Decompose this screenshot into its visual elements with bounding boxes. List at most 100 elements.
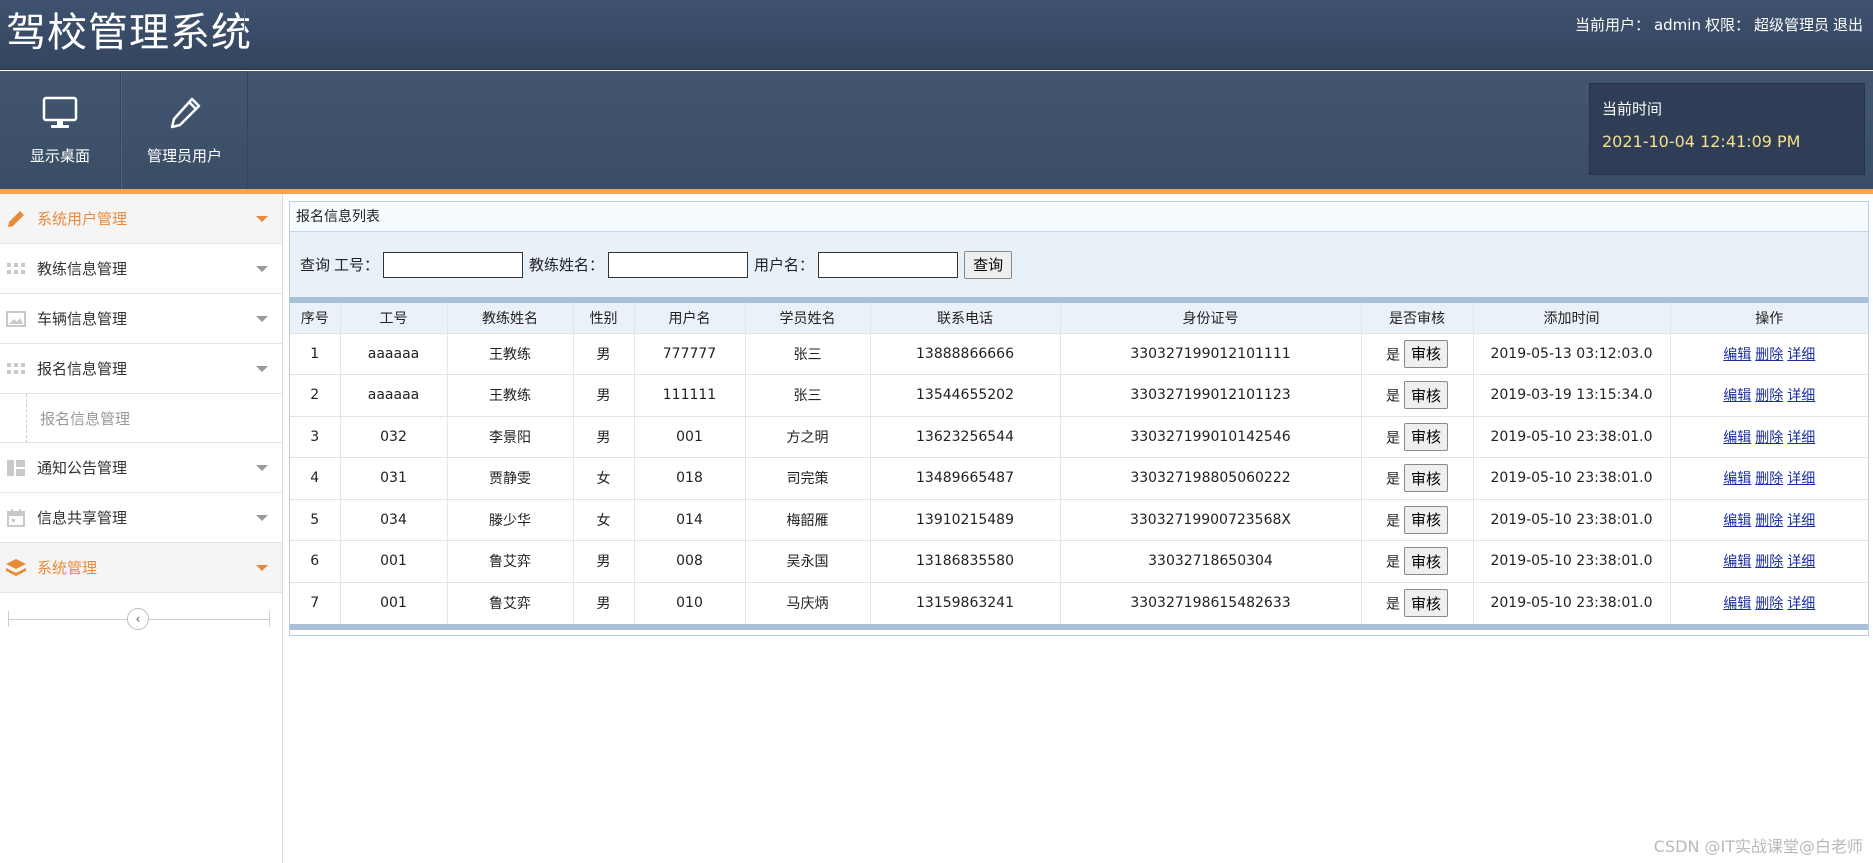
audit-cell: 是审核 xyxy=(1361,333,1474,375)
table-cell: 王教练 xyxy=(447,374,574,416)
table-row: 6 001 鲁艾弈男 008 吴永国 13186835580 33032718650304 是… xyxy=(290,540,1868,583)
caret-down-icon xyxy=(256,465,268,471)
sidebar-item-system-users[interactable]: 系统用户管理 xyxy=(0,194,282,244)
search-button[interactable]: 查询 xyxy=(964,250,1013,279)
col-header: 是否审核 xyxy=(1361,303,1474,333)
delete-link[interactable]: 删除 xyxy=(1755,347,1783,363)
audit-button[interactable]: 审核 xyxy=(1403,589,1448,617)
sidebar-item-notices[interactable]: 通知公告管理 xyxy=(0,443,282,493)
audit-status: 是 xyxy=(1385,596,1400,613)
delete-link[interactable]: 删除 xyxy=(1755,513,1783,529)
detail-link[interactable]: 详细 xyxy=(1787,471,1815,487)
registration-list-panel: 报名信息列表 查询 工号： 教练姓名： 用户名： 查询 序号 工号 教练姓名 性… xyxy=(289,201,1869,636)
table-cell: 034 xyxy=(340,499,448,541)
table-cell: 010 xyxy=(634,582,746,624)
logout-link[interactable]: 退出 xyxy=(1833,14,1863,35)
table-cell: 33032719900723568X xyxy=(1060,499,1362,541)
edit-link[interactable]: 编辑 xyxy=(1723,554,1751,570)
caret-down-icon xyxy=(256,565,268,571)
actions-cell: 编辑 删除 详细 xyxy=(1670,375,1868,417)
admin-user-button[interactable]: 管理员用户 xyxy=(121,71,248,189)
monitor-icon xyxy=(40,93,80,133)
delete-link[interactable]: 删除 xyxy=(1755,430,1783,446)
collapse-track-left xyxy=(8,611,9,627)
detail-link[interactable]: 详细 xyxy=(1787,388,1815,404)
audit-button[interactable]: 审核 xyxy=(1403,381,1448,410)
coach-name-input[interactable] xyxy=(608,251,749,278)
detail-link[interactable]: 详细 xyxy=(1787,430,1815,446)
edit-link[interactable]: 编辑 xyxy=(1723,596,1751,612)
detail-link[interactable]: 详细 xyxy=(1787,513,1815,529)
detail-link[interactable]: 详细 xyxy=(1787,596,1815,612)
table-cell: 13159863241 xyxy=(870,582,1061,624)
detail-link[interactable]: 详细 xyxy=(1787,347,1815,363)
col-header: 身份证号 xyxy=(1060,303,1362,333)
detail-link[interactable]: 详细 xyxy=(1787,554,1815,570)
delete-link[interactable]: 删除 xyxy=(1755,596,1783,612)
table-cell: 777777 xyxy=(634,333,746,375)
actions-cell: 编辑 删除 详细 xyxy=(1670,582,1868,624)
table-cell: 滕少华 xyxy=(447,499,574,541)
audit-cell: 是审核 xyxy=(1361,457,1474,499)
edit-link[interactable]: 编辑 xyxy=(1723,347,1751,363)
table-bottom-border xyxy=(290,623,1868,630)
sidebar-item-info-sharing[interactable]: 信息共享管理 xyxy=(0,493,282,543)
sidebar-item-label: 通知公告管理 xyxy=(37,459,128,477)
registration-table: 序号 工号 教练姓名 性别 用户名 学员姓名 联系电话 身份证号 是否审核 添加… xyxy=(290,303,1868,624)
table-cell: 018 xyxy=(634,457,746,499)
table-row: 1 aaaaaa 王教练男 777777 张三 13888866666 3303271990… xyxy=(290,333,1868,375)
sidebar-item-coaches[interactable]: 教练信息管理 xyxy=(0,244,282,294)
sidebar-item-system[interactable]: 系统管理 xyxy=(0,543,282,593)
layout-icon xyxy=(6,458,26,478)
table-cell: 司完策 xyxy=(745,457,871,499)
table-cell: 7 xyxy=(290,582,341,624)
pencil-icon xyxy=(6,209,26,229)
table-cell: 鲁艾弈 xyxy=(447,582,574,624)
delete-link[interactable]: 删除 xyxy=(1755,388,1783,404)
edit-link[interactable]: 编辑 xyxy=(1723,388,1751,404)
col-header: 工号 xyxy=(340,303,448,333)
delete-link[interactable]: 删除 xyxy=(1755,554,1783,570)
edit-link[interactable]: 编辑 xyxy=(1723,513,1751,529)
table-cell: 男 xyxy=(573,540,635,582)
grid-icon xyxy=(6,359,26,379)
audit-button[interactable]: 审核 xyxy=(1403,547,1448,576)
app-title: 驾校管理系统 xyxy=(6,10,252,56)
table-cell: 4 xyxy=(290,457,341,499)
picture-icon xyxy=(6,309,26,329)
collapse-sidebar-icon[interactable]: ‹ xyxy=(127,608,149,630)
job-no-input[interactable] xyxy=(383,251,524,278)
actions-cell: 编辑 删除 详细 xyxy=(1670,541,1868,583)
table-cell: 330327199012101123 xyxy=(1060,374,1362,416)
audit-button[interactable]: 审核 xyxy=(1403,339,1448,368)
sidebar-subitem-registrations[interactable]: 报名信息管理 xyxy=(0,394,282,443)
table-row: 7 001 鲁艾弈男 010 马庆炳 13159863241 330327198615482… xyxy=(290,582,1868,624)
caret-down-icon xyxy=(256,366,268,372)
edit-link[interactable]: 编辑 xyxy=(1723,430,1751,446)
caret-down-icon xyxy=(256,216,268,222)
current-user-label: 当前用户： xyxy=(1574,16,1650,34)
sidebar-item-vehicles[interactable]: 车辆信息管理 xyxy=(0,294,282,344)
table-row: 5 034 滕少华女 014 梅韶雁 13910215489 330327199007235… xyxy=(290,499,1868,541)
sidebar-item-registrations[interactable]: 报名信息管理 xyxy=(0,344,282,394)
edit-link[interactable]: 编辑 xyxy=(1723,471,1751,487)
col-header: 添加时间 xyxy=(1473,303,1671,333)
actions-cell: 编辑 删除 详细 xyxy=(1670,333,1868,375)
show-desktop-button[interactable]: 显示桌面 xyxy=(0,71,121,189)
table-cell: 13910215489 xyxy=(870,499,1061,541)
audit-button[interactable]: 审核 xyxy=(1403,505,1448,534)
username-input[interactable] xyxy=(818,251,959,278)
table-cell: 方之明 xyxy=(745,416,871,458)
delete-link[interactable]: 删除 xyxy=(1755,471,1783,487)
audit-button[interactable]: 审核 xyxy=(1403,422,1448,451)
audit-button[interactable]: 审核 xyxy=(1403,464,1448,493)
sidebar-item-label: 报名信息管理 xyxy=(37,360,128,378)
actions-cell: 编辑 删除 详细 xyxy=(1670,499,1868,541)
table-cell: 330327199010142546 xyxy=(1060,416,1362,458)
table-cell: 2019-05-13 03:12:03.0 xyxy=(1473,333,1671,375)
table-cell: 女 xyxy=(573,499,635,541)
table-cell: 2019-05-10 23:38:01.0 xyxy=(1473,416,1671,458)
sidebar-item-label: 系统管理 xyxy=(37,559,98,577)
col-header: 教练姓名 xyxy=(447,303,574,333)
table-cell: 李景阳 xyxy=(447,416,574,458)
